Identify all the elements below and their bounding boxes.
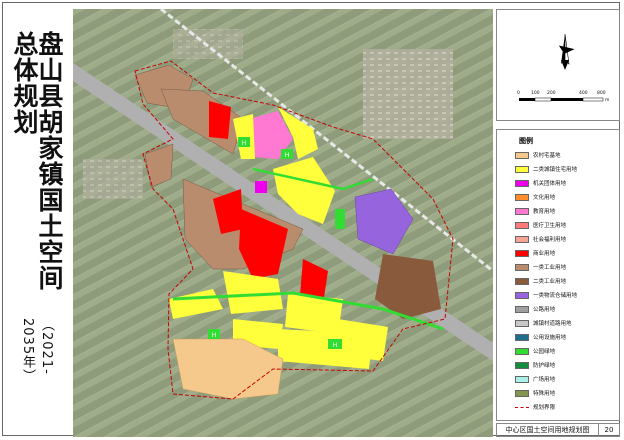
sheet-footer: 中心区国土空间用地规划图 20 [496,423,620,437]
park-label: H [333,342,338,349]
scale-label: 200 [547,91,556,96]
legend-item: 教育用地 [515,206,555,216]
legend-label: 公路用地 [533,307,556,313]
legend-swatch [515,277,529,285]
legend-item: 社会福利用地 [515,234,566,244]
legend-swatch [515,179,529,187]
legend-item: 一类工业用地 [515,262,566,272]
legend-swatch [515,319,529,327]
legend-label: 二类城镇住宅用地 [533,167,578,173]
legend-item: 医疗卫生用地 [515,220,566,230]
map-svg: H H H H [73,9,493,437]
legend-label: 农村宅基地 [533,153,561,159]
plan-period: （2021-2035年） [20,318,54,384]
legend-label: 机关团体用地 [533,181,567,187]
legend-label: 公园绿地 [533,349,556,355]
legend-item: 防护绿地 [515,360,555,370]
scale-label: 0 [517,91,520,96]
map-sheet-frame: 盘山县胡家镇国土空间总体规划 （2021-2035年） H H H H 0 10… [2,2,620,437]
village-imagery [173,29,243,59]
scale-label: 100 [531,91,540,96]
legend-item: 一类物流仓储用地 [515,290,577,300]
legend-item: 二类城镇住宅用地 [515,164,577,174]
legend-item: 公园绿地 [515,346,555,356]
legend-swatch [515,165,529,173]
legend-label: 文化用地 [533,195,556,201]
legend-swatch [515,291,529,299]
legend-label: 广场用地 [533,377,556,383]
legend-label: 医疗卫生用地 [533,223,567,229]
legend-swatch [515,305,529,313]
legend-item: 二类工业用地 [515,276,566,286]
zone-commercial [209,101,231,139]
right-panel: 0 100 200 400 800 m 图例 农村宅基地二类城镇住宅用地 机关团体… [496,9,620,437]
legend-item: 城镇村道路用地 [515,318,572,328]
legend-label: 公用设施用地 [533,335,567,341]
legend-label: 特殊用地 [533,391,556,397]
legend-label: 教育用地 [533,209,556,215]
sheet-title: 中心区国土空间用地规划图 [505,426,590,434]
land-use-map[interactable]: H H H H [73,9,493,437]
legend-item: 公用设施用地 [515,332,566,342]
park-label: H [285,152,290,159]
legend-swatch [515,235,529,243]
compass-scale-box: 0 100 200 400 800 m [496,9,620,121]
scale-label: 400 [579,91,588,96]
legend-label: 商业用地 [533,251,556,257]
park-label: H [242,140,247,147]
legend-label: 一类工业用地 [533,265,567,271]
legend-swatch [515,263,529,271]
map-title: 盘山县胡家镇国土空间总体规划 [10,31,64,291]
legend-item: 商业用地 [515,248,555,258]
village-imagery [363,49,453,139]
north-arrow-icon [519,33,604,102]
legend-label: 规划界限 [533,405,556,411]
legend-swatch [515,207,529,215]
legend-swatch [515,221,529,229]
title-column: 盘山县胡家镇国土空间总体规划 （2021-2035年） [9,31,65,411]
legend-swatch [515,375,529,383]
legend-swatch [515,249,529,257]
legend-swatch [515,347,529,355]
legend-item: 广场用地 [515,374,555,384]
scale-label: 800 [597,91,606,96]
sheet-number: 20 [598,424,619,436]
scale-unit: m [605,98,610,103]
legend-label: 防护绿地 [533,363,556,369]
legend-label: 城镇村道路用地 [533,321,572,327]
legend-label: 二类工业用地 [533,279,567,285]
legend-swatch [515,333,529,341]
legend-label: 一类物流仓储用地 [533,293,578,299]
scale-bar-segment [519,98,535,101]
legend-swatch [515,389,529,397]
village-imagery [83,159,143,199]
zone-park [335,209,345,229]
park-label: H [212,332,217,339]
legend: 图例 农村宅基地二类城镇住宅用地 机关团体用地 文化用地教育用地医疗卫生用地 社会福利… [496,129,620,421]
legend-swatch [515,151,529,159]
scale-bar-segment [534,97,552,102]
scale-bar-segment [582,97,604,102]
legend-title: 图例 [519,137,533,145]
legend-swatch [515,193,529,201]
legend-item: 公路用地 [515,304,555,314]
legend-item: 机关团体用地 [515,178,566,188]
legend-item: 文化用地 [515,192,555,202]
legend-item: 规划界限 [515,402,555,412]
legend-swatch [515,361,529,369]
legend-item: 特殊用地 [515,388,555,398]
scale-bar-segment [551,98,583,101]
zone-civic [255,181,267,193]
legend-label: 社会福利用地 [533,237,567,243]
legend-item: 农村宅基地 [515,150,561,160]
legend-swatch [515,406,529,408]
